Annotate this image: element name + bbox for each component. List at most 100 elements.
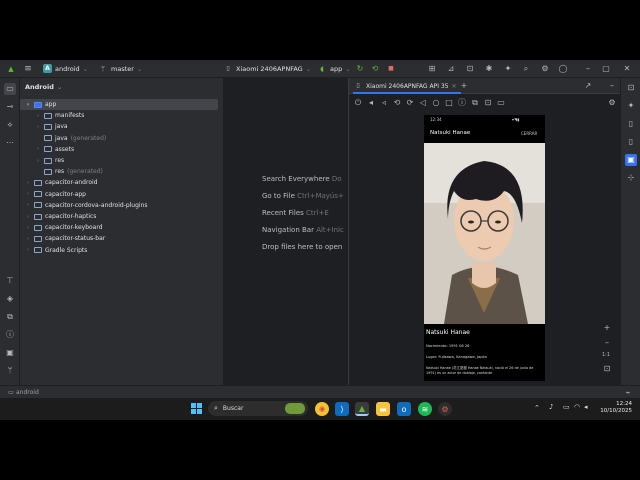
close-action-button[interactable]: CERRAR [521, 131, 537, 136]
expand-arrow-icon[interactable]: › [25, 202, 31, 208]
zoom-fit-icon[interactable]: ⊡ [602, 364, 612, 374]
home-icon[interactable]: ○ [431, 98, 441, 108]
tree-item[interactable]: ▾ app [25, 99, 59, 110]
branch-selector[interactable]: ᛘ master ⌄ [98, 64, 142, 74]
device-info-icon[interactable]: ⓘ [457, 98, 467, 108]
expand-arrow-icon[interactable]: › [25, 236, 31, 242]
taskbar-search-box[interactable]: ⌕ Buscar [208, 401, 308, 416]
tree-item[interactable]: › capacitor-haptics [25, 211, 99, 222]
tree-item[interactable]: › capacitor-cordova-android-plugins [25, 200, 151, 211]
expand-arrow-icon[interactable]: › [25, 191, 31, 197]
app-inspection-icon[interactable]: ⧉ [5, 312, 15, 322]
add-device-icon[interactable]: + [459, 81, 469, 91]
stop-icon[interactable]: ■ [386, 64, 396, 74]
tree-item[interactable]: › assets [35, 144, 77, 155]
show-hidden-icons-icon[interactable]: ⌃ [534, 404, 540, 412]
power-icon[interactable]: ⏻ [353, 98, 363, 108]
expand-arrow-icon[interactable]: › [35, 146, 41, 152]
status-path[interactable]: android [16, 389, 39, 396]
gemini-icon[interactable]: ✦ [626, 101, 636, 111]
expand-arrow-icon[interactable]: › [25, 180, 31, 186]
zoom-actual-size[interactable]: 1:1 [602, 352, 610, 358]
version-control-icon[interactable]: ᛘ [5, 366, 15, 376]
display-icon[interactable]: ▭ [563, 403, 570, 411]
close-icon[interactable]: ✕ [622, 64, 632, 74]
terminal-icon[interactable]: ▣ [5, 348, 15, 358]
android-studio-taskbar-icon[interactable]: ▲ [355, 402, 369, 416]
expand-arrow-icon[interactable]: › [35, 158, 41, 164]
run-config-selector[interactable]: ◖ app ⌄ [317, 64, 351, 74]
back-icon[interactable]: ◁ [418, 98, 428, 108]
phone-screen[interactable]: 12:34 ▾◥▮ Natsuki Hanae CERRAR Natsuki H… [424, 115, 545, 381]
minimize-icon[interactable]: – [583, 64, 593, 74]
hide-panel-icon[interactable]: – [607, 81, 617, 91]
git-client-icon[interactable]: ⚙ [438, 402, 452, 416]
tree-item[interactable]: › capacitor-app [25, 189, 89, 200]
account-icon[interactable]: ◯ [558, 64, 568, 74]
windows-start-icon[interactable] [191, 403, 202, 414]
tree-item[interactable]: › capacitor-android [25, 177, 100, 188]
plugins-icon[interactable]: ✱ [484, 64, 494, 74]
tree-item[interactable]: res (generated) [35, 166, 103, 177]
expand-arrow-icon[interactable]: › [25, 225, 31, 231]
tree-item[interactable]: java (generated) [35, 133, 106, 144]
close-tab-icon[interactable]: ✕ [452, 83, 457, 90]
zoom-in-icon[interactable]: + [602, 323, 612, 333]
main-menu-icon[interactable]: ≡ [23, 64, 33, 74]
device-manager-icon[interactable]: ▯ [626, 119, 636, 129]
open-external-icon[interactable]: ↗ [583, 81, 593, 91]
screenshot-icon[interactable]: ⊡ [483, 98, 493, 108]
expand-arrow-icon[interactable]: › [35, 124, 41, 130]
volume-up-icon[interactable]: ◂ [366, 98, 376, 108]
power-save-icon[interactable]: ⌁ [623, 388, 633, 398]
project-tool-icon[interactable]: ▭ [4, 83, 16, 95]
mirror-icon[interactable]: ⧉ [470, 98, 480, 108]
tree-item[interactable]: › res [35, 155, 67, 166]
expand-arrow-icon[interactable]: › [35, 113, 41, 119]
file-explorer-icon[interactable]: ▬ [376, 402, 390, 416]
settings-icon[interactable]: ⚙ [540, 64, 550, 74]
apply-changes-icon[interactable]: ⟲ [370, 64, 380, 74]
more-tools-icon[interactable]: ⋯ [5, 138, 15, 148]
notifications-icon[interactable]: ⊡ [626, 83, 636, 93]
device-selector[interactable]: ▯ Xiaomi 2406APNFAG ⌄ [223, 64, 311, 74]
volume-down-icon[interactable]: ◃ [379, 98, 389, 108]
screen-record-icon[interactable]: ▭ [496, 98, 506, 108]
rotate-left-icon[interactable]: ⟲ [392, 98, 402, 108]
profiler-icon[interactable]: ⊡ [465, 64, 475, 74]
microphone-icon[interactable]: ♪ [549, 403, 553, 411]
active-tool-icon[interactable]: ▣ [625, 154, 637, 166]
taskbar-clock[interactable]: 12:24 10/10/2025 [598, 401, 632, 415]
search-icon[interactable]: ⌕ [521, 64, 531, 74]
device-tab[interactable]: ▯ Xiaomi 2406APNFAG API 35 ✕ [353, 81, 457, 91]
project-view-selector[interactable]: Android ⌄ [25, 83, 62, 91]
device-manager-icon[interactable]: ⊞ [427, 64, 437, 74]
zoom-out-icon[interactable]: – [602, 338, 612, 348]
volume-icon[interactable]: ◂ [584, 403, 588, 411]
tree-item[interactable]: › java [35, 121, 71, 132]
expand-arrow-icon[interactable]: › [25, 214, 31, 220]
vscode-icon[interactable]: ⟩ [335, 402, 349, 416]
rotate-right-icon[interactable]: ⟳ [405, 98, 415, 108]
network-icon[interactable]: ◠ [574, 403, 580, 411]
gradle-icon[interactable]: ◈ [5, 294, 15, 304]
spotify-icon[interactable]: ≋ [418, 402, 432, 416]
chrome-icon[interactable]: ◉ [315, 402, 329, 416]
assistant-icon[interactable]: ✦ [503, 64, 513, 74]
problems-icon[interactable]: ⓘ [5, 330, 15, 340]
sdk-manager-icon[interactable]: ⊿ [446, 64, 456, 74]
tree-item[interactable]: › manifests [35, 110, 87, 121]
overview-icon[interactable]: □ [444, 98, 454, 108]
running-devices-tool-icon[interactable]: ▯ [626, 137, 636, 147]
tree-item[interactable]: › capacitor-status-bar [25, 233, 108, 244]
project-selector[interactable]: A android ⌄ [43, 64, 88, 73]
build-icon[interactable]: ⊤ [5, 276, 15, 286]
maximize-icon[interactable]: ▢ [601, 64, 611, 74]
expand-arrow-icon[interactable]: › [25, 247, 31, 253]
layout-inspector-icon[interactable]: ⊹ [626, 173, 636, 183]
rerun-icon[interactable]: ↻ [355, 64, 365, 74]
device-settings-icon[interactable]: ⚙ [607, 98, 617, 108]
commit-icon[interactable]: ⊸ [5, 102, 15, 112]
tree-item[interactable]: › capacitor-keyboard [25, 222, 106, 233]
resource-manager-icon[interactable]: ⟡ [5, 120, 15, 130]
